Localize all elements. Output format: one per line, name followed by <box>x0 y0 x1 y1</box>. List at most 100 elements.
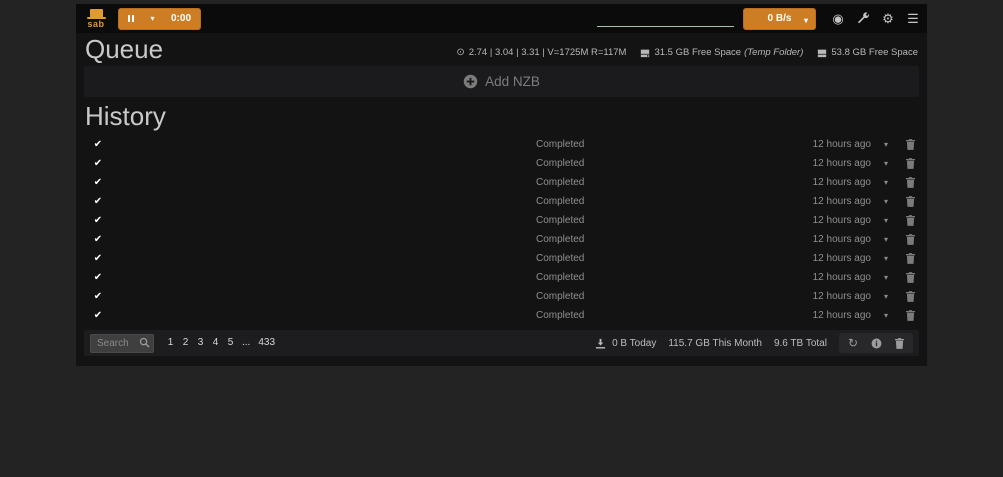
row-delete-button[interactable] <box>901 307 919 325</box>
row-status: Completed <box>536 234 751 245</box>
row-delete-button[interactable] <box>901 231 919 249</box>
stat-today: 0 B Today <box>612 338 656 349</box>
sab-logo[interactable]: sab <box>83 9 109 28</box>
completed-check-icon: ✔ <box>84 292 112 302</box>
history-row[interactable]: ✔ Completed 12 hours ago ▾ <box>76 211 927 230</box>
page-button[interactable]: 1 <box>163 333 178 353</box>
wrench-icon[interactable] <box>854 10 872 28</box>
free-space-temp-stat: 31.5 GB Free Space (Temp Folder) <box>640 47 803 58</box>
disk-icon <box>640 48 650 58</box>
load-values: 2.74 | 3.04 | 3.31 | V=1725M R=117M <box>469 47 627 58</box>
row-dropdown-caret-icon[interactable]: ▾ <box>871 273 901 282</box>
trash-icon <box>895 338 904 349</box>
top-navbar: sab ▾ 0:00 0 B/s ▾ ◉ ⚙ ☰ <box>76 4 927 33</box>
history-row[interactable]: ✔ Completed 12 hours ago ▾ <box>76 287 927 306</box>
add-nzb-dropzone[interactable]: Add NZB <box>84 66 919 97</box>
page-button[interactable]: ... <box>238 333 254 353</box>
row-delete-button[interactable] <box>901 155 919 173</box>
row-delete-button[interactable] <box>901 212 919 230</box>
row-dropdown-caret-icon[interactable]: ▾ <box>871 178 901 187</box>
status-icon[interactable]: ◉ <box>829 10 847 28</box>
row-delete-button[interactable] <box>901 288 919 306</box>
row-status: Completed <box>536 196 751 207</box>
row-status: Completed <box>536 158 751 169</box>
completed-check-icon: ✔ <box>84 140 112 150</box>
row-status: Completed <box>536 139 751 150</box>
trash-icon <box>906 215 915 226</box>
stat-month: 115.7 GB This Month <box>668 338 762 349</box>
row-status: Completed <box>536 291 751 302</box>
row-dropdown-caret-icon[interactable]: ▾ <box>871 311 901 320</box>
trash-icon <box>906 196 915 207</box>
history-row[interactable]: ✔ Completed 12 hours ago ▾ <box>76 173 927 192</box>
completed-check-icon: ✔ <box>84 273 112 283</box>
free-space-temp-note: (Temp Folder) <box>744 47 803 58</box>
purge-history-button[interactable] <box>895 338 904 349</box>
pause-caret-icon[interactable]: ▾ <box>150 15 154 23</box>
sab-logo-text: sab <box>87 20 104 28</box>
page-button[interactable]: 5 <box>223 333 238 353</box>
history-list: ✔ Completed 12 hours ago ▾ ✔ Completed 1… <box>76 135 927 325</box>
pagination: 1 2 3 4 5 ... 433 <box>163 333 279 353</box>
row-status: Completed <box>536 272 751 283</box>
row-age: 12 hours ago <box>751 291 871 302</box>
page-button[interactable]: 2 <box>178 333 193 353</box>
completed-check-icon: ✔ <box>84 311 112 321</box>
row-dropdown-caret-icon[interactable]: ▾ <box>871 159 901 168</box>
hamburger-menu-icon[interactable]: ☰ <box>904 10 922 28</box>
row-age: 12 hours ago <box>751 253 871 264</box>
history-row[interactable]: ✔ Completed 12 hours ago ▾ <box>76 192 927 211</box>
history-row[interactable]: ✔ Completed 12 hours ago ▾ <box>76 135 927 154</box>
history-row[interactable]: ✔ Completed 12 hours ago ▾ <box>76 268 927 287</box>
pause-timer-button[interactable]: ▾ 0:00 <box>118 8 201 30</box>
trash-icon <box>906 234 915 245</box>
row-dropdown-caret-icon[interactable]: ▾ <box>871 235 901 244</box>
row-dropdown-caret-icon[interactable]: ▾ <box>871 197 901 206</box>
row-status: Completed <box>536 253 751 264</box>
row-dropdown-caret-icon[interactable]: ▾ <box>871 292 901 301</box>
history-row[interactable]: ✔ Completed 12 hours ago ▾ <box>76 306 927 325</box>
row-dropdown-caret-icon[interactable]: ▾ <box>871 216 901 225</box>
speed-graph <box>597 11 734 27</box>
completed-check-icon: ✔ <box>84 216 112 226</box>
stat-total: 9.6 TB Total <box>774 338 827 349</box>
row-delete-button[interactable] <box>901 269 919 287</box>
completed-check-icon: ✔ <box>84 159 112 169</box>
history-row[interactable]: ✔ Completed 12 hours ago ▾ <box>76 230 927 249</box>
speed-limit-button[interactable]: 0 B/s ▾ <box>743 8 816 30</box>
trash-icon <box>906 177 915 188</box>
history-row[interactable]: ✔ Completed 12 hours ago ▾ <box>76 154 927 173</box>
history-footer: 1 2 3 4 5 ... 433 0 B Today 115.7 GB <box>84 330 919 356</box>
info-icon[interactable] <box>871 338 882 349</box>
row-age: 12 hours ago <box>751 139 871 150</box>
navbar-icons: ◉ ⚙ ☰ <box>822 10 922 28</box>
plus-circle-icon <box>463 74 478 89</box>
row-age: 12 hours ago <box>751 158 871 169</box>
page-button[interactable]: 433 <box>254 333 279 353</box>
trash-icon <box>906 272 915 283</box>
trash-icon <box>906 291 915 302</box>
pause-icon[interactable] <box>128 15 134 22</box>
row-age: 12 hours ago <box>751 215 871 226</box>
trash-icon <box>906 310 915 321</box>
completed-check-icon: ✔ <box>84 235 112 245</box>
gear-icon[interactable]: ⚙ <box>879 10 897 28</box>
refresh-icon[interactable]: ↻ <box>848 337 858 349</box>
row-dropdown-caret-icon[interactable]: ▾ <box>871 254 901 263</box>
completed-check-icon: ✔ <box>84 254 112 264</box>
sab-hat-icon <box>90 9 103 17</box>
row-delete-button[interactable] <box>901 136 919 154</box>
page-button[interactable]: 3 <box>193 333 208 353</box>
row-delete-button[interactable] <box>901 250 919 268</box>
completed-check-icon: ✔ <box>84 197 112 207</box>
row-delete-button[interactable] <box>901 174 919 192</box>
row-status: Completed <box>536 215 751 226</box>
pause-timer-value: 0:00 <box>171 13 191 24</box>
queue-title: Queue <box>85 35 163 63</box>
history-row[interactable]: ✔ Completed 12 hours ago ▾ <box>76 249 927 268</box>
speed-value: 0 B/s <box>768 13 792 24</box>
main-content: Queue ⊙ 2.74 | 3.04 | 3.31 | V=1725M R=1… <box>76 33 927 366</box>
row-dropdown-caret-icon[interactable]: ▾ <box>871 140 901 149</box>
row-delete-button[interactable] <box>901 193 919 211</box>
page-button[interactable]: 4 <box>208 333 223 353</box>
